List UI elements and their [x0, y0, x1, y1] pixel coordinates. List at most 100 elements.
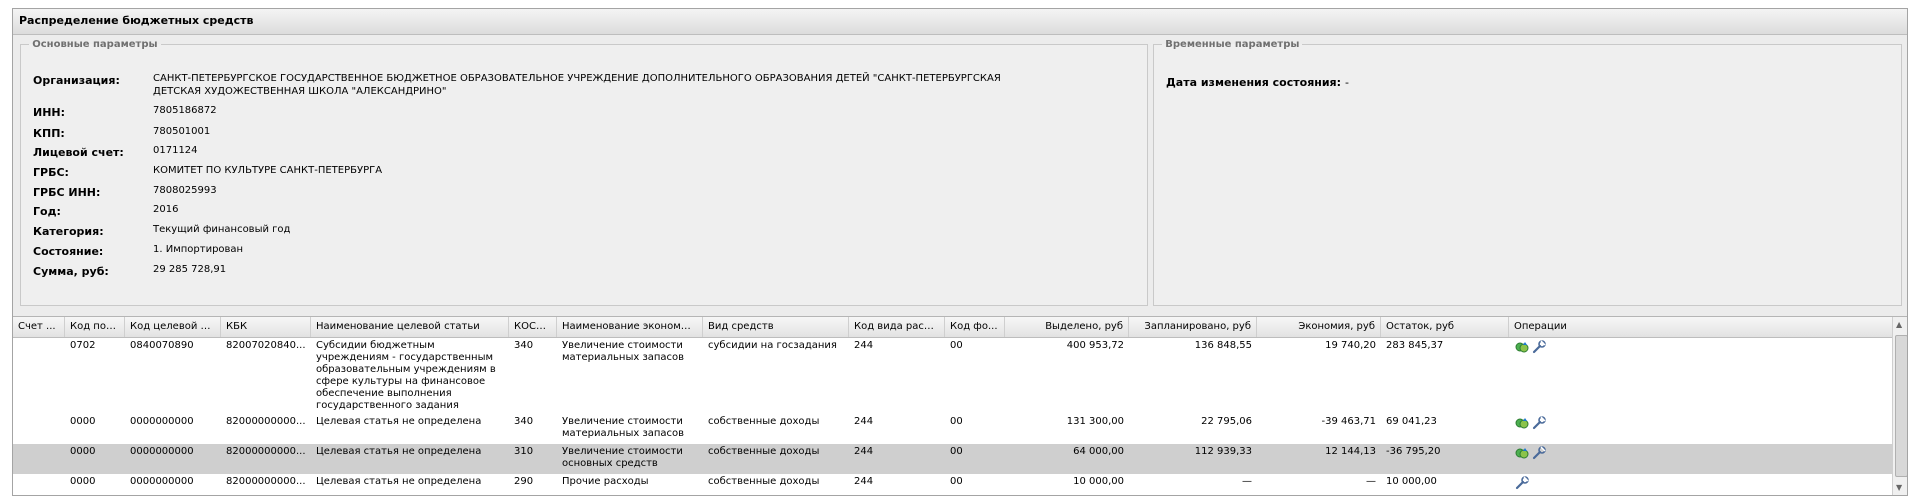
table-row[interactable]: 0000 0000000000 82000000000... Целевая стат…	[13, 444, 1893, 475]
table-cell: -39 463,71	[1321, 416, 1376, 427]
table-cell: 00	[950, 476, 963, 487]
param-label: Год:	[33, 205, 61, 218]
vertical-scrollbar[interactable]: ▲ ▼	[1892, 317, 1907, 495]
column-header[interactable]: Наименование целевой статьи	[311, 317, 509, 337]
column-header[interactable]: Код под...	[65, 317, 125, 337]
scrollbar-thumb[interactable]	[1895, 335, 1907, 477]
column-header[interactable]: Код фо...	[945, 317, 1005, 337]
param-label: КПП:	[33, 127, 65, 140]
column-header[interactable]: Код вида расхо...	[849, 317, 945, 337]
wrench-icon[interactable]	[1532, 416, 1546, 430]
table-cell: 290	[514, 476, 534, 487]
status-change-date-label: Дата изменения состояния:	[1166, 76, 1342, 89]
param-value: 7808025993	[153, 185, 217, 196]
param-value: 1. Импортирован	[153, 244, 244, 255]
table-cell: 69 041,23	[1386, 416, 1437, 427]
time-params-group: Временные параметры Дата изменения состо…	[1153, 39, 1902, 306]
table-cell: 0000000000	[130, 476, 194, 487]
table-row[interactable]: 0000 0000000000 82000000000... Целевая стат…	[13, 414, 1893, 445]
table-cell: Целевая статья не определена	[316, 446, 482, 457]
table-cell: 10 000,00	[1073, 476, 1124, 487]
param-label: Категория:	[33, 225, 104, 238]
table-cell: 244	[854, 416, 874, 427]
param-label: Сумма, руб:	[33, 265, 109, 278]
table-row[interactable]: 0702 0840070890 82007020840... Субсидии бюд…	[13, 338, 1893, 415]
table-cell: 82000000000...	[226, 476, 306, 487]
table-cell: 0000000000	[130, 446, 194, 457]
param-label: Состояние:	[33, 245, 104, 258]
table-cell: 82007020840...	[226, 340, 306, 351]
table-cell: 283 845,37	[1386, 340, 1444, 351]
table-cell: 340	[514, 416, 534, 427]
column-header[interactable]: Вид средств	[703, 317, 849, 337]
table-cell: 10 000,00	[1386, 476, 1437, 487]
param-value: 780501001	[153, 126, 211, 137]
column-header[interactable]: Операции	[1509, 317, 1893, 337]
param-value: Текущий финансовый год	[153, 224, 291, 235]
param-value: 0171124	[153, 145, 198, 156]
param-value: 7805186872	[153, 105, 217, 116]
column-header[interactable]: КОСГ...	[509, 317, 557, 337]
param-value: КОМИТЕТ ПО КУЛЬТУРЕ САНКТ-ПЕТЕРБУРГА	[153, 165, 383, 176]
param-value: 2016	[153, 204, 179, 215]
budget-grid: Счет ... Код под... Код целевой ст... КБК На…	[13, 316, 1907, 495]
row-operations	[1515, 340, 1549, 354]
wrench-icon[interactable]	[1515, 476, 1529, 490]
table-cell: субсидии на госзадания	[708, 340, 837, 351]
table-cell: 131 300,00	[1066, 416, 1124, 427]
table-cell: 244	[854, 476, 874, 487]
table-cell: —	[1242, 476, 1252, 487]
column-header[interactable]: Счет ...	[13, 317, 65, 337]
main-params-group: Основные параметры Организация: САНКТ-ПЕТ…	[20, 39, 1148, 306]
money-icon[interactable]	[1515, 340, 1529, 354]
column-header[interactable]: Код целевой ст...	[125, 317, 221, 337]
table-cell: 244	[854, 446, 874, 457]
scroll-down-icon[interactable]: ▼	[1896, 483, 1902, 492]
column-header[interactable]: Остаток, руб	[1381, 317, 1509, 337]
money-icon[interactable]	[1515, 416, 1529, 430]
column-header[interactable]: Наименование экономич...	[557, 317, 703, 337]
column-header[interactable]: Запланировано, руб	[1129, 317, 1257, 337]
budget-distribution-panel: Распределение бюджетных средств Основные…	[12, 8, 1908, 496]
param-label: ГРБС:	[33, 166, 69, 179]
table-cell: Субсидии бюджетным учреждениям - государ…	[316, 340, 496, 411]
row-operations	[1515, 416, 1549, 430]
wrench-icon[interactable]	[1532, 340, 1546, 354]
time-params-legend: Временные параметры	[1165, 39, 1300, 50]
wrench-icon[interactable]	[1532, 446, 1546, 460]
column-header[interactable]: КБК	[221, 317, 311, 337]
param-label: ГРБС ИНН:	[33, 186, 101, 199]
table-cell: 0000	[70, 476, 96, 487]
panel-title: Распределение бюджетных средств	[13, 9, 1907, 35]
row-operations	[1515, 446, 1549, 460]
table-cell: 64 000,00	[1073, 446, 1124, 457]
table-cell: 0000	[70, 416, 96, 427]
table-cell: 112 939,33	[1194, 446, 1252, 457]
table-cell: собственные доходы	[708, 446, 820, 457]
table-cell	[13, 340, 65, 412]
column-header[interactable]: Выделено, руб	[1005, 317, 1129, 337]
param-label: Лицевой счет:	[33, 146, 124, 159]
table-cell: Увеличение стоимости материальных запасо…	[562, 340, 685, 363]
row-operations	[1515, 476, 1532, 490]
table-cell: 0000	[70, 446, 96, 457]
table-row[interactable]: 0000 0000000000 82000000000... Целевая стат…	[13, 474, 1893, 495]
column-header[interactable]: Экономия, руб	[1257, 317, 1381, 337]
status-change-date-row: Дата изменения состояния: -	[1166, 76, 1349, 89]
table-cell: 400 953,72	[1066, 340, 1124, 351]
table-cell: 00	[950, 340, 963, 351]
scroll-up-icon[interactable]: ▲	[1896, 320, 1902, 329]
table-cell: 0000000000	[130, 416, 194, 427]
table-cell: собственные доходы	[708, 416, 820, 427]
param-label: ИНН:	[33, 106, 66, 119]
table-cell	[13, 446, 65, 472]
table-cell: 82000000000...	[226, 446, 306, 457]
table-cell: —	[1366, 476, 1376, 487]
table-cell: 22 795,06	[1201, 416, 1252, 427]
table-cell: Увеличение стоимости материальных запасо…	[562, 416, 685, 439]
money-icon[interactable]	[1515, 446, 1529, 460]
param-value: САНКТ-ПЕТЕРБУРГСКОЕ ГОСУДАРСТВЕННОЕ БЮДЖ…	[153, 73, 1001, 97]
table-cell: 136 848,55	[1194, 340, 1252, 351]
table-cell	[13, 416, 65, 442]
table-cell: собственные доходы	[708, 476, 820, 487]
